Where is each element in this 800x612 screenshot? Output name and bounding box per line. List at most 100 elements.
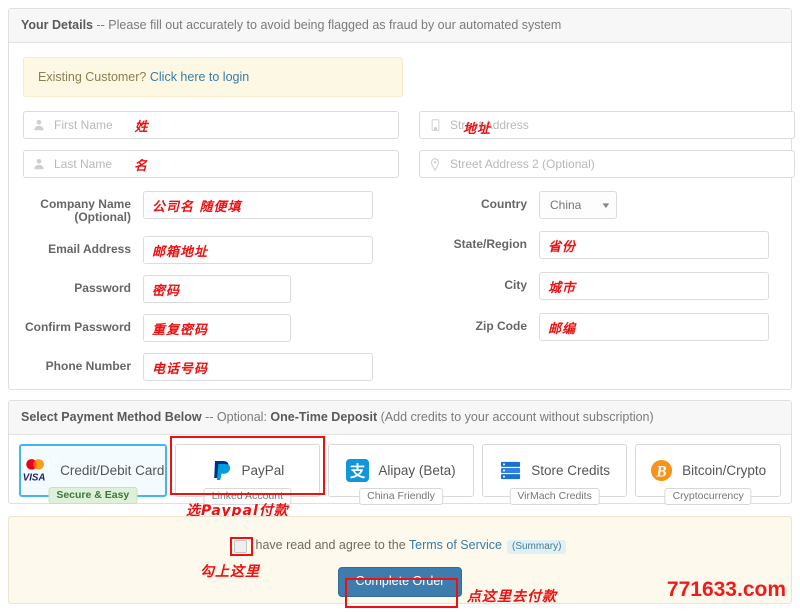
street-address-placeholder: Street Address bbox=[450, 118, 529, 132]
svg-text:支: 支 bbox=[349, 462, 366, 480]
user-icon bbox=[32, 118, 46, 132]
phone-number-row: Phone Number 电话号码 bbox=[23, 353, 399, 381]
phone-number-input[interactable]: 电话号码 bbox=[143, 353, 373, 381]
password-input[interactable]: 密码 bbox=[143, 275, 291, 303]
terms-checkbox[interactable] bbox=[233, 539, 247, 553]
last-name-placeholder: Last Name bbox=[54, 157, 113, 171]
first-name-placeholder: First Name bbox=[54, 118, 113, 132]
password-row: Password 密码 bbox=[23, 275, 399, 303]
first-name-annotation: 姓 bbox=[134, 119, 149, 135]
order-form-page: Your Details -- Please fill out accurate… bbox=[0, 0, 800, 612]
confirm-password-annotation: 重复密码 bbox=[152, 322, 209, 338]
payment-header-deposit: One-Time Deposit bbox=[270, 410, 378, 424]
map-pin-icon bbox=[428, 157, 442, 171]
terms-summary-pill[interactable]: (Summary) bbox=[507, 540, 567, 554]
country-row: Country China ▼ bbox=[419, 191, 795, 219]
existing-customer-note: Existing Customer? Click here to login bbox=[23, 57, 403, 97]
payment-option-store-credits[interactable]: Store Credits VirMach Credits bbox=[481, 444, 628, 505]
state-region-input[interactable]: 省份 bbox=[539, 231, 769, 259]
payment-method-header: Select Payment Method Below -- Optional:… bbox=[9, 401, 791, 435]
terms-text-prefix: have read and agree to the bbox=[255, 538, 409, 552]
zip-code-row: Zip Code 邮编 bbox=[419, 313, 795, 341]
company-name-input[interactable]: 公司名 随便填 bbox=[143, 191, 373, 219]
company-name-row: Company Name (Optional) 公司名 随便填 bbox=[23, 191, 399, 224]
last-name-row: Last Name 名 bbox=[23, 150, 399, 178]
terms-of-service-link[interactable]: Terms of Service bbox=[409, 538, 502, 552]
zip-code-annotation: 邮编 bbox=[548, 321, 577, 337]
street-address-2-row: Street Address 2 (Optional) bbox=[419, 150, 795, 178]
mastercard-visa-icon: VISA bbox=[21, 456, 51, 486]
zip-code-label: Zip Code bbox=[475, 319, 527, 333]
country-select[interactable]: China ▼ bbox=[539, 191, 617, 219]
payment-option-label: Bitcoin/Crypto bbox=[682, 463, 767, 478]
your-details-header: Your Details -- Please fill out accurate… bbox=[9, 9, 791, 43]
payment-method-title: Select Payment Method Below bbox=[21, 410, 202, 424]
first-name-input[interactable]: First Name 姓 bbox=[23, 111, 399, 139]
details-left-column: First Name 姓 Last Name 名 Company Name (O… bbox=[23, 111, 399, 392]
state-region-row: State/Region 省份 bbox=[419, 231, 795, 259]
country-selected-value: China bbox=[550, 198, 582, 212]
bitcoin-icon: B bbox=[650, 459, 673, 482]
terms-text: have read and agree to the Terms of Serv… bbox=[256, 538, 567, 554]
email-address-row: Email Address 邮箱地址 bbox=[23, 236, 399, 264]
paypal-icon bbox=[211, 459, 233, 483]
password-label: Password bbox=[74, 281, 131, 295]
chevron-down-icon: ▼ bbox=[600, 200, 612, 210]
payment-header-optional: Optional: bbox=[216, 410, 271, 424]
payment-option-label: PayPal bbox=[241, 463, 285, 478]
payment-header-separator: -- bbox=[201, 410, 217, 424]
user-icon bbox=[32, 157, 46, 171]
complete-order-button[interactable]: Complete Order bbox=[337, 567, 463, 597]
your-details-panel: Your Details -- Please fill out accurate… bbox=[8, 8, 795, 392]
alipay-icon: 支 bbox=[346, 459, 370, 482]
country-label: Country bbox=[481, 197, 527, 211]
payment-option-badge: Linked Account bbox=[203, 488, 291, 505]
payment-option-bitcoin-crypto[interactable]: B Bitcoin/Crypto Cryptocurrency bbox=[635, 444, 781, 505]
last-name-annotation: 名 bbox=[134, 158, 149, 174]
payment-option-credit-debit-card[interactable]: VISA Credit/Debit Card Secure & Easy bbox=[19, 444, 167, 504]
payment-option-badge: VirMach Credits bbox=[509, 488, 600, 505]
phone-number-annotation: 电话号码 bbox=[152, 361, 209, 377]
details-right-column: Street Address 地址 Street Address 2 (Opti… bbox=[419, 111, 795, 352]
server-stack-icon bbox=[499, 459, 522, 482]
confirm-password-input[interactable]: 重复密码 bbox=[143, 314, 291, 342]
last-name-input[interactable]: Last Name 名 bbox=[23, 150, 399, 178]
terms-agreement-row: have read and agree to the Terms of Serv… bbox=[9, 517, 791, 554]
city-annotation: 城市 bbox=[548, 280, 577, 296]
payment-option-label: Credit/Debit Card bbox=[60, 463, 165, 478]
existing-customer-text: Existing Customer? bbox=[38, 70, 150, 84]
building-icon bbox=[428, 118, 442, 132]
payment-option-alipay[interactable]: 支 Alipay (Beta) China Friendly bbox=[328, 444, 474, 505]
city-row: City 城市 bbox=[419, 272, 795, 300]
payment-option-label: Store Credits bbox=[531, 463, 610, 478]
password-annotation: 密码 bbox=[152, 283, 181, 299]
header-separator: -- bbox=[93, 18, 109, 32]
company-name-label-main: Company Name bbox=[40, 197, 131, 211]
phone-number-label: Phone Number bbox=[45, 359, 131, 373]
city-label: City bbox=[504, 278, 527, 292]
email-address-annotation: 邮箱地址 bbox=[152, 244, 209, 260]
svg-text:B: B bbox=[656, 463, 667, 480]
email-address-label: Email Address bbox=[48, 242, 131, 256]
street-address-2-placeholder: Street Address 2 (Optional) bbox=[450, 157, 595, 171]
street-address-input[interactable]: Street Address 地址 bbox=[419, 111, 795, 139]
first-name-row: First Name 姓 bbox=[23, 111, 399, 139]
payment-option-badge: Secure & Easy bbox=[48, 487, 138, 504]
payment-option-paypal[interactable]: PayPal Linked Account bbox=[174, 444, 321, 505]
company-name-annotation: 公司名 随便填 bbox=[152, 199, 242, 215]
payment-option-label: Alipay (Beta) bbox=[378, 463, 456, 478]
company-name-label: Company Name (Optional) bbox=[23, 191, 143, 224]
street-address-row: Street Address 地址 bbox=[419, 111, 795, 139]
city-input[interactable]: 城市 bbox=[539, 272, 769, 300]
payment-header-tail: (Add credits to your account without sub… bbox=[377, 410, 654, 424]
street-address-2-input[interactable]: Street Address 2 (Optional) bbox=[419, 150, 795, 178]
svg-text:VISA: VISA bbox=[23, 472, 46, 483]
payment-method-panel: Select Payment Method Below -- Optional:… bbox=[8, 400, 792, 505]
your-details-title: Your Details bbox=[21, 18, 94, 32]
zip-code-input[interactable]: 邮编 bbox=[539, 313, 769, 341]
login-link[interactable]: Click here to login bbox=[150, 70, 249, 84]
company-name-label-sub: (Optional) bbox=[74, 210, 131, 224]
email-address-input[interactable]: 邮箱地址 bbox=[143, 236, 373, 264]
your-details-subtitle: Please fill out accurately to avoid bein… bbox=[108, 18, 562, 32]
site-watermark: 771633.com bbox=[666, 578, 786, 601]
